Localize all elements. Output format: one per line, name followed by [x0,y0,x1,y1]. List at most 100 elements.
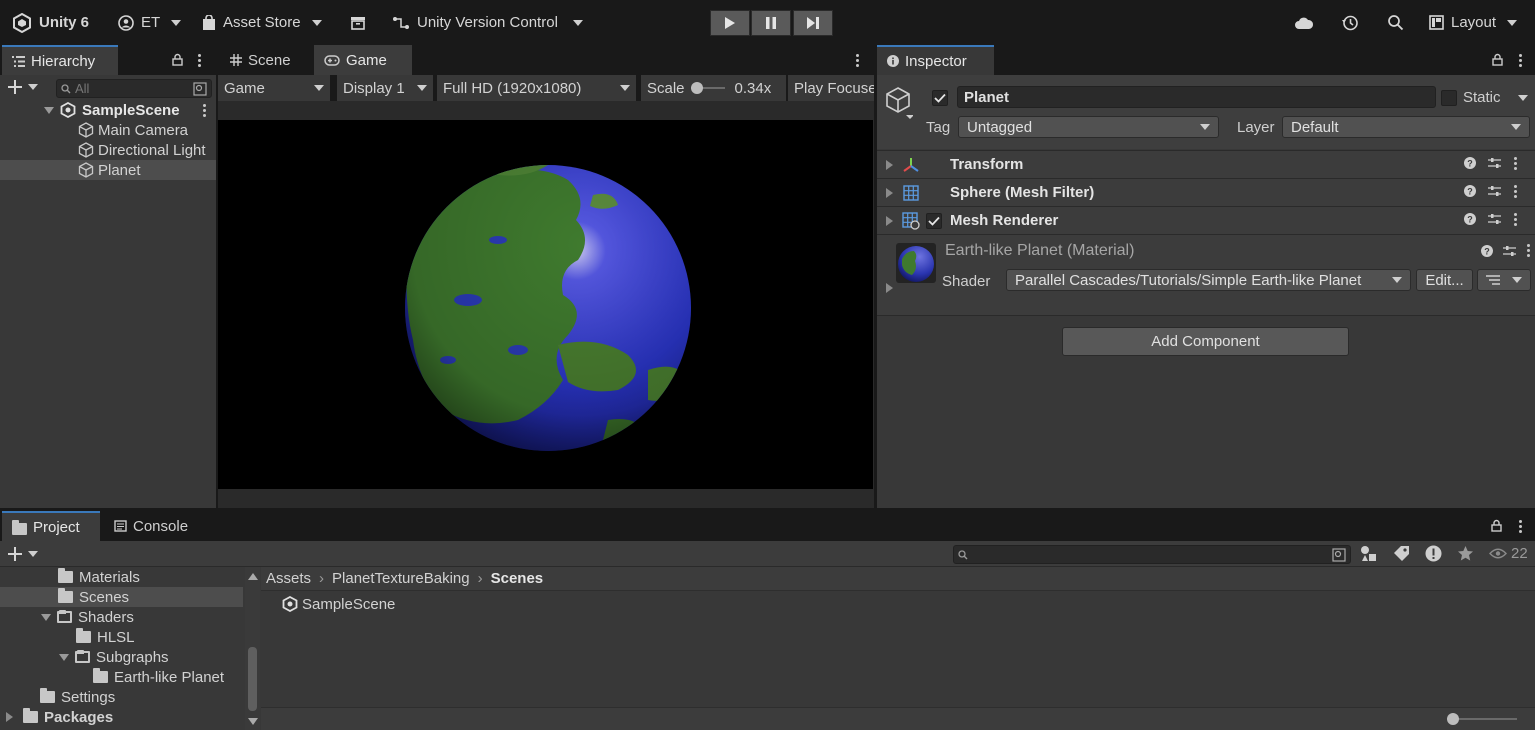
icon-size-slider-thumb[interactable] [1447,713,1459,725]
more-options-icon[interactable] [1518,520,1522,533]
game-viewport[interactable] [218,120,873,489]
hierarchy-item-main-camera[interactable]: Main Camera [0,120,216,140]
pause-button[interactable] [751,10,791,36]
more-options-icon[interactable] [197,54,201,67]
scene-options-icon[interactable] [202,103,206,117]
search-filter-icon[interactable] [1332,547,1346,562]
scene-root-row[interactable]: SampleScene [0,100,216,120]
filter-icon[interactable] [193,81,207,96]
scroll-up-icon[interactable] [248,573,258,580]
tab-game[interactable]: Game [314,45,412,75]
project-search-input[interactable] [953,545,1351,564]
project-create-button[interactable] [8,547,38,561]
warning-icon[interactable] [1425,545,1442,562]
static-dropdown-icon[interactable] [1518,95,1528,101]
preset-icon[interactable] [1488,185,1501,197]
expand-arrow-icon[interactable] [6,712,13,722]
tab-project[interactable]: Project [2,511,100,541]
expand-arrow-icon[interactable] [886,187,893,198]
tag-dropdown[interactable]: Untagged [958,116,1219,138]
asset-store-dropdown[interactable]: Asset Store [202,9,322,36]
expand-arrow-icon[interactable] [59,653,69,661]
archive-button[interactable] [350,9,366,36]
layout-dropdown[interactable]: Layout [1429,9,1518,36]
folder-subgraphs[interactable]: Subgraphs [59,647,169,667]
object-name-field[interactable]: Planet [957,86,1436,108]
filter-by-type-icon[interactable] [1360,545,1378,562]
component-transform[interactable]: Transform [877,150,1535,178]
folder-earth-like-planet[interactable]: Earth-like Planet [93,667,224,687]
cloud-button[interactable] [1294,9,1314,36]
scale-thumb[interactable] [690,82,703,94]
step-button[interactable] [793,10,833,36]
help-icon[interactable]: ? [1464,185,1476,197]
lock-icon[interactable] [1492,53,1503,66]
active-checkbox[interactable] [932,90,948,106]
more-options-icon[interactable] [855,54,859,67]
component-mesh-renderer[interactable]: Mesh Renderer [877,206,1535,234]
material-preview[interactable] [896,243,936,283]
create-button[interactable] [8,80,38,94]
folder-hlsl[interactable]: HLSL [76,627,135,647]
mesh-renderer-enabled-checkbox[interactable] [926,212,942,229]
account-dropdown[interactable]: ET [118,9,182,36]
material-options-icon[interactable] [1526,244,1530,257]
scroll-thumb[interactable] [248,647,257,711]
version-control-dropdown[interactable]: Unity Version Control [392,9,583,36]
layer-dropdown[interactable]: Default [1282,116,1530,138]
component-options-icon[interactable] [1513,156,1517,170]
icon-size-track[interactable] [1451,718,1517,720]
resolution-dropdown[interactable]: Full HD (1920x1080) [437,75,636,101]
expand-arrow-icon[interactable] [886,159,893,170]
tab-console[interactable]: Console [104,511,204,541]
hierarchy-item-planet[interactable]: Planet [0,160,216,180]
folder-scenes[interactable]: Scenes [58,587,129,607]
lock-icon[interactable] [172,53,183,66]
preset-icon[interactable] [1488,157,1501,169]
tab-scene[interactable]: Scene [220,45,312,75]
label-tag-icon[interactable] [1393,545,1410,562]
play-focus-dropdown[interactable]: Play Focuse [788,75,874,101]
shader-dropdown[interactable]: Parallel Cascades/Tutorials/Simple Earth… [1006,269,1411,291]
hierarchy-item-directional-light[interactable]: Directional Light [0,140,216,160]
help-icon[interactable]: ? [1481,244,1493,257]
preset-icon[interactable] [1503,245,1516,257]
scroll-down-icon[interactable] [248,718,258,725]
component-options-icon[interactable] [1513,184,1517,198]
folder-shaders[interactable]: Shaders [41,607,134,627]
tree-scrollbar[interactable] [245,567,260,730]
asset-item-samplescene[interactable]: SampleScene [282,594,395,614]
component-options-icon[interactable] [1513,212,1517,226]
search-button[interactable] [1387,9,1404,36]
play-button[interactable] [710,10,750,36]
history-button[interactable] [1341,9,1359,36]
game-mode-dropdown[interactable]: Game [218,75,330,101]
more-options-icon[interactable] [1518,54,1522,67]
tab-inspector[interactable]: Inspector [877,45,994,75]
help-icon[interactable]: ? [1464,157,1476,169]
unity-menu[interactable]: Unity 6 [12,9,89,36]
add-component-button[interactable]: Add Component [1062,327,1349,356]
edit-shader-button[interactable]: Edit... [1416,269,1473,291]
static-checkbox[interactable] [1441,90,1457,106]
shader-menu-dropdown[interactable] [1477,269,1531,291]
tab-hierarchy[interactable]: Hierarchy [2,45,118,75]
expand-arrow-icon[interactable] [44,106,54,114]
folder-materials[interactable]: Materials [58,567,140,587]
expand-arrow-icon[interactable] [886,283,893,293]
display-dropdown[interactable]: Display 1 [337,75,433,101]
breadcrumb-scenes[interactable]: Scenes [491,570,544,587]
breadcrumb-assets[interactable]: Assets [266,570,311,587]
folder-packages[interactable]: Packages [6,707,113,727]
star-icon[interactable] [1457,545,1474,562]
help-icon[interactable]: ? [1464,213,1476,225]
preset-icon[interactable] [1488,213,1501,225]
gameobject-large-icon[interactable] [885,86,913,120]
component-mesh-filter[interactable]: Sphere (Mesh Filter) [877,178,1535,206]
breadcrumb-planet-texture-baking[interactable]: PlanetTextureBaking [332,570,470,587]
scale-slider[interactable]: Scale 0.34x [641,75,786,101]
expand-arrow-icon[interactable] [886,215,893,226]
hidden-packages-toggle[interactable]: 22 [1489,545,1528,562]
lock-icon[interactable] [1491,519,1502,532]
scale-track[interactable] [690,82,725,94]
